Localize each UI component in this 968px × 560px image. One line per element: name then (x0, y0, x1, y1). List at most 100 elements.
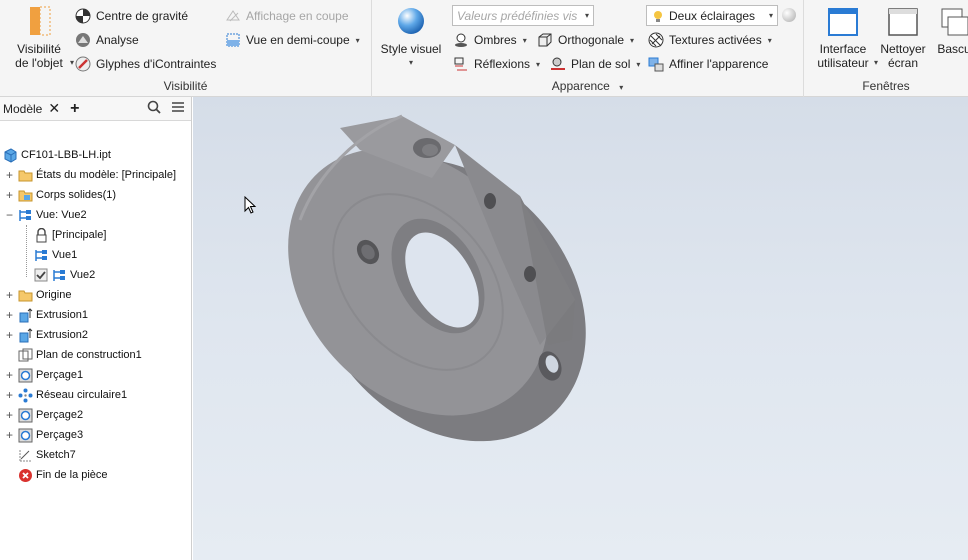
sketch-icon (18, 448, 33, 463)
tree-item-view-vue2[interactable]: − Vue: Vue2 (6, 205, 87, 225)
lighting-value: Deux éclairages (669, 8, 756, 23)
texture-icon (648, 32, 664, 48)
tree-item-model-states[interactable]: + États du modèle: [Principale] (6, 165, 176, 185)
tree-item-label: Réseau circulaire1 (36, 389, 128, 401)
expand-icon[interactable]: + (5, 329, 14, 341)
affichage-coupe-button[interactable]: Affichage en coupe (225, 6, 349, 26)
style-visuel-button[interactable]: Style visuel ▾ (378, 6, 444, 70)
part-3d-model[interactable] (193, 97, 968, 560)
view-icon (52, 268, 67, 283)
analyse-button[interactable]: Analyse (75, 30, 139, 50)
expand-icon[interactable]: + (5, 429, 14, 441)
glyphes-label: Glyphes d'iContraintes (96, 57, 217, 71)
panel-windows: Interface utilisateur ▾ Nettoyer écran B… (804, 0, 968, 97)
visibility-object-label: Visibilité de l'objet (15, 42, 63, 70)
expand-icon[interactable]: + (5, 189, 14, 201)
refine-appearance-icon (648, 56, 664, 72)
folder-icon (18, 188, 33, 203)
extrusion-icon (18, 327, 33, 343)
expand-icon[interactable]: + (5, 309, 14, 321)
folder-icon (18, 168, 33, 183)
basculer-button[interactable]: Bascu (934, 6, 968, 56)
tree-item-principale[interactable]: [Principale] (34, 225, 106, 245)
vue-demi-coupe-button[interactable]: Vue en demi-coupe ▾ (225, 30, 360, 50)
menu-icon[interactable] (171, 101, 185, 116)
tree-item-origine[interactable]: + Origine (6, 285, 71, 305)
chevron-down-icon[interactable]: ▾ (768, 36, 772, 45)
tree-item-percage2[interactable]: + Perçage2 (6, 405, 84, 425)
tree-item-vue1[interactable]: Vue1 (34, 245, 77, 265)
panel-visibility: Visibilité de l'objet ▾ Centre de gravité… (0, 0, 372, 97)
half-section-icon (225, 32, 241, 48)
interface-utilisateur-button[interactable]: Interface utilisateur ▾ (812, 6, 878, 70)
tree-item-label: Perçage2 (36, 409, 84, 421)
textures-label: Textures activées (669, 33, 762, 47)
tab-modele[interactable]: Modèle (3, 102, 48, 116)
lock-icon (34, 227, 49, 243)
affichage-coupe-label: Affichage en coupe (246, 9, 349, 23)
tree-item-solid-bodies[interactable]: + Corps solides(1) (6, 185, 116, 205)
panel-appearance-label: Apparence (551, 79, 610, 93)
tree-item-circular-pattern[interactable]: + Réseau circulaire1 (6, 385, 128, 405)
tree-item-percage1[interactable]: + Perçage1 (6, 365, 84, 385)
tree-item-work-plane[interactable]: Plan de construction1 (18, 345, 142, 365)
nettoyer-ecran-button[interactable]: Nettoyer écran (878, 6, 928, 70)
chevron-down-icon: ▾ (768, 11, 773, 20)
tree-item-label: Vue2 (70, 269, 96, 281)
tree-item-label: Sketch7 (36, 449, 76, 461)
visual-preset-dropdown[interactable]: Valeurs prédéfinies vis ▾ (452, 5, 594, 26)
sphere-icon (395, 6, 427, 38)
tree-item-part[interactable]: CF101-LBB-LH.ipt (3, 145, 111, 165)
centre-gravite-button[interactable]: Centre de gravité (75, 6, 188, 26)
chevron-down-icon[interactable]: ▾ (536, 60, 540, 69)
expand-icon[interactable]: + (5, 169, 14, 181)
expand-icon[interactable]: + (5, 369, 14, 381)
panel-appearance-title[interactable]: Apparence ▾ (372, 79, 803, 93)
graphics-viewport[interactable] (193, 97, 968, 560)
chevron-down-icon[interactable]: ▾ (356, 36, 360, 45)
tree-item-extrusion1[interactable]: + Extrusion1 (6, 305, 88, 325)
expand-icon[interactable]: + (5, 409, 14, 421)
tree-item-sketch7[interactable]: Sketch7 (18, 445, 76, 465)
tree-item-label: Perçage1 (36, 369, 84, 381)
affiner-button[interactable]: Affiner l'apparence (648, 54, 768, 74)
search-icon[interactable] (147, 100, 161, 117)
plan-de-sol-button[interactable]: Plan de sol ▾ (550, 54, 640, 74)
tree-item-vue2[interactable]: Vue2 (34, 265, 95, 285)
tree-connector-line (26, 225, 27, 277)
analyse-icon (75, 32, 91, 48)
add-tab-icon[interactable]: + (70, 100, 79, 118)
pattern-icon (18, 388, 33, 403)
expand-icon[interactable]: + (5, 289, 14, 301)
close-icon[interactable]: ✕ (48, 100, 60, 117)
chevron-down-icon[interactable]: ▾ (636, 60, 640, 69)
window-icon (827, 6, 859, 38)
tree-item-label: Fin de la pièce (36, 469, 108, 481)
ombres-button[interactable]: Ombres ▾ (453, 30, 527, 50)
chevron-down-icon[interactable]: ▾ (630, 36, 634, 45)
checkbox-checked-icon[interactable] (34, 268, 49, 283)
extrusion-icon (18, 307, 33, 323)
tree-item-end-of-part[interactable]: Fin de la pièce (18, 465, 108, 485)
panel-visibility-title: Visibilité (163, 79, 208, 93)
orthogonale-button[interactable]: Orthogonale ▾ (537, 30, 634, 50)
affiner-label: Affiner l'apparence (669, 57, 769, 71)
reflexions-button[interactable]: Réflexions ▾ (453, 54, 540, 74)
glyphes-icon (75, 56, 91, 72)
expand-icon[interactable]: + (5, 389, 14, 401)
tree-item-percage3[interactable]: + Perçage3 (6, 425, 83, 445)
visibility-object-button[interactable]: Visibilité de l'objet ▾ (8, 6, 74, 70)
section-view-icon (225, 8, 241, 24)
textures-button[interactable]: Textures activées ▾ (648, 30, 772, 50)
lighting-dropdown[interactable]: Deux éclairages ▾ (646, 5, 778, 26)
visibility-object-icon (23, 6, 55, 38)
interface-utilisateur-label: Interface utilisateur (817, 42, 869, 70)
chevron-down-icon: ▾ (584, 11, 589, 20)
collapse-icon[interactable]: − (5, 209, 14, 221)
chevron-down-icon[interactable]: ▾ (523, 36, 527, 45)
tree-item-extrusion2[interactable]: + Extrusion2 (6, 325, 88, 345)
plan-de-sol-label: Plan de sol (571, 57, 631, 71)
shadow-icon (453, 32, 469, 48)
glyphes-button[interactable]: Glyphes d'iContraintes (75, 54, 216, 74)
lighting-sphere-icon[interactable] (782, 8, 796, 22)
